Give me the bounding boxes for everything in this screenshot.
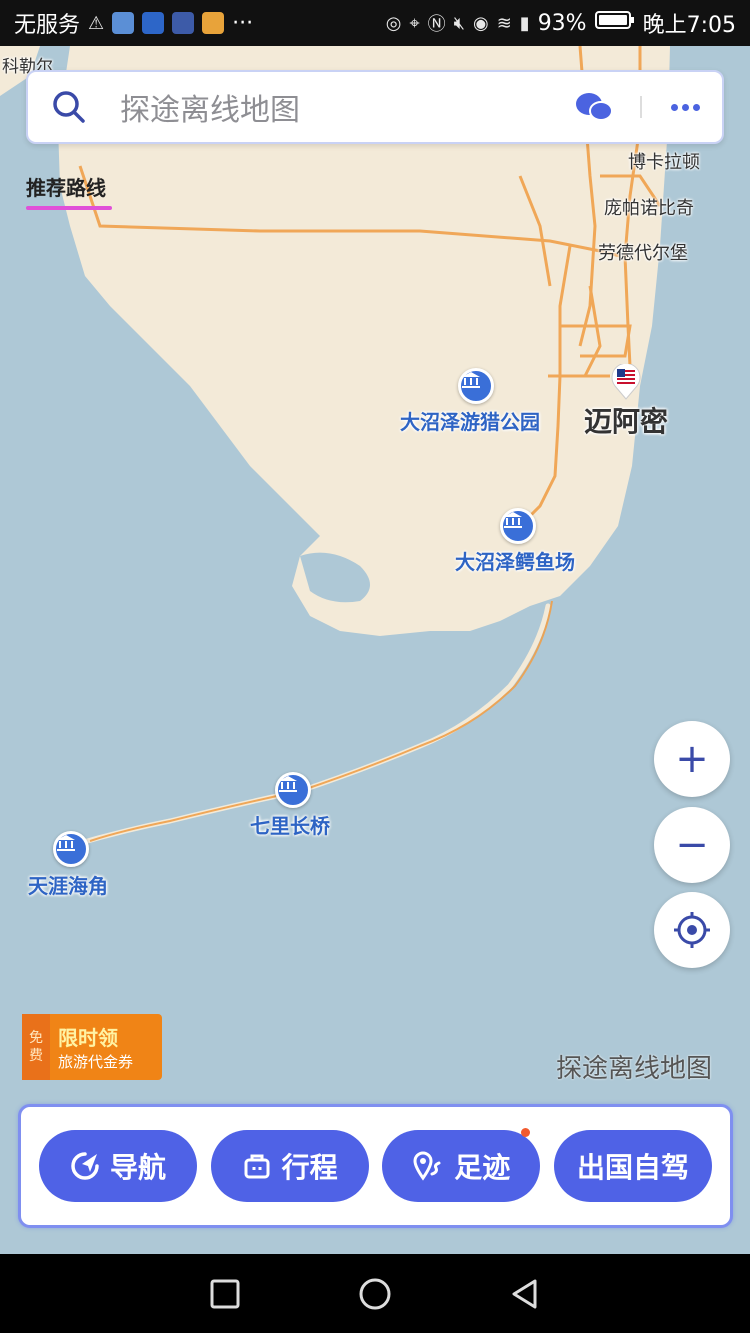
signal-icon: ▮: [519, 12, 530, 34]
locate-me-button[interactable]: [654, 892, 730, 968]
promo-title: 限时领: [58, 1026, 118, 1050]
tab-underline: [26, 206, 112, 210]
place-label-boca-raton: 博卡拉顿: [628, 152, 700, 173]
status-bar: 无服务 ⚠ ··· ◎ ⌖ Ⓝ 🔇︎ ◉ ≋ ▮ 93% 晚上7:05: [0, 0, 750, 46]
carrier-label: 无服务: [14, 13, 81, 38]
poi-label-everglades-park[interactable]: 大沼泽游猎公园: [400, 406, 540, 435]
city-label-miami[interactable]: 迈阿密: [584, 400, 668, 440]
back-button[interactable]: [505, 1274, 545, 1314]
museum-icon[interactable]: [458, 368, 494, 404]
search-input[interactable]: 探途离线地图: [120, 85, 574, 129]
crosshair-icon: [674, 912, 710, 948]
museum-icon[interactable]: [500, 508, 536, 544]
promo-free-tag: 免 费: [22, 1014, 50, 1080]
poi-label-alligator-farm[interactable]: 大沼泽鳄鱼场: [455, 546, 575, 575]
recent-apps-button[interactable]: [205, 1274, 245, 1314]
bottom-action-bar: 导航 行程 足迹 出国自驾: [18, 1104, 733, 1228]
promo-subtitle: 旅游代金券: [58, 1053, 134, 1071]
footprint-pin-icon: [413, 1151, 441, 1181]
place-label-pompano-beach: 庞帕诺比奇: [604, 198, 694, 219]
weather-app-icon: [112, 12, 135, 34]
search-bar[interactable]: 探途离线地图: [26, 70, 724, 144]
navigation-icon: [71, 1152, 99, 1180]
us-flag-pin-icon[interactable]: [611, 364, 641, 400]
poi-label-key-west[interactable]: 天涯海角: [28, 870, 108, 899]
system-navigation-bar: [0, 1254, 750, 1333]
voucher-promo-banner[interactable]: 免 费 限时领 旅游代金券: [22, 1014, 162, 1080]
abroad-drive-button[interactable]: 出国自驾: [553, 1130, 712, 1202]
chat-icon[interactable]: [574, 89, 614, 125]
museum-icon[interactable]: [53, 831, 89, 867]
wifi-app-icon: [142, 12, 165, 34]
tab-recommended-routes[interactable]: 推荐路线: [26, 172, 106, 201]
baidu-app-icon: [172, 12, 195, 34]
zoom-in-button[interactable]: +: [654, 721, 730, 797]
battery-icon: [594, 10, 635, 36]
search-icon[interactable]: [48, 86, 90, 128]
search-divider: [640, 96, 642, 118]
location-icon: ⌖: [409, 12, 420, 34]
navigate-button[interactable]: 导航: [39, 1130, 197, 1202]
nfc-icon: ◎: [385, 12, 402, 34]
itinerary-button[interactable]: 行程: [210, 1130, 369, 1202]
warning-icon: ⚠: [88, 12, 105, 34]
eye-icon: ◉: [472, 12, 489, 34]
back-triangle-icon: [512, 1279, 537, 1308]
wifi-icon: ≋: [496, 12, 512, 34]
zoom-out-button[interactable]: −: [654, 807, 730, 883]
nfc-n-icon: Ⓝ: [427, 14, 446, 35]
museum-icon[interactable]: [275, 772, 311, 808]
circle-icon: [359, 1278, 391, 1309]
briefcase-icon: [244, 1154, 270, 1179]
clock: 晚上7:05: [642, 13, 736, 38]
mute-icon: 🔇︎: [453, 12, 465, 34]
poi-label-seven-mile-bridge[interactable]: 七里长桥: [250, 810, 330, 839]
home-button[interactable]: [355, 1274, 395, 1314]
place-label-fort-lauderdale: 劳德代尔堡: [598, 243, 688, 264]
square-icon: [210, 1279, 240, 1308]
weibo-app-icon: [202, 12, 225, 34]
battery-percent: 93%: [537, 10, 587, 36]
more-notifications: ···: [232, 10, 254, 36]
map-watermark: 探途离线地图: [556, 1054, 713, 1084]
footprint-button[interactable]: 足迹: [382, 1128, 541, 1202]
more-options-icon[interactable]: [668, 103, 702, 111]
notification-dot: [521, 1128, 531, 1137]
